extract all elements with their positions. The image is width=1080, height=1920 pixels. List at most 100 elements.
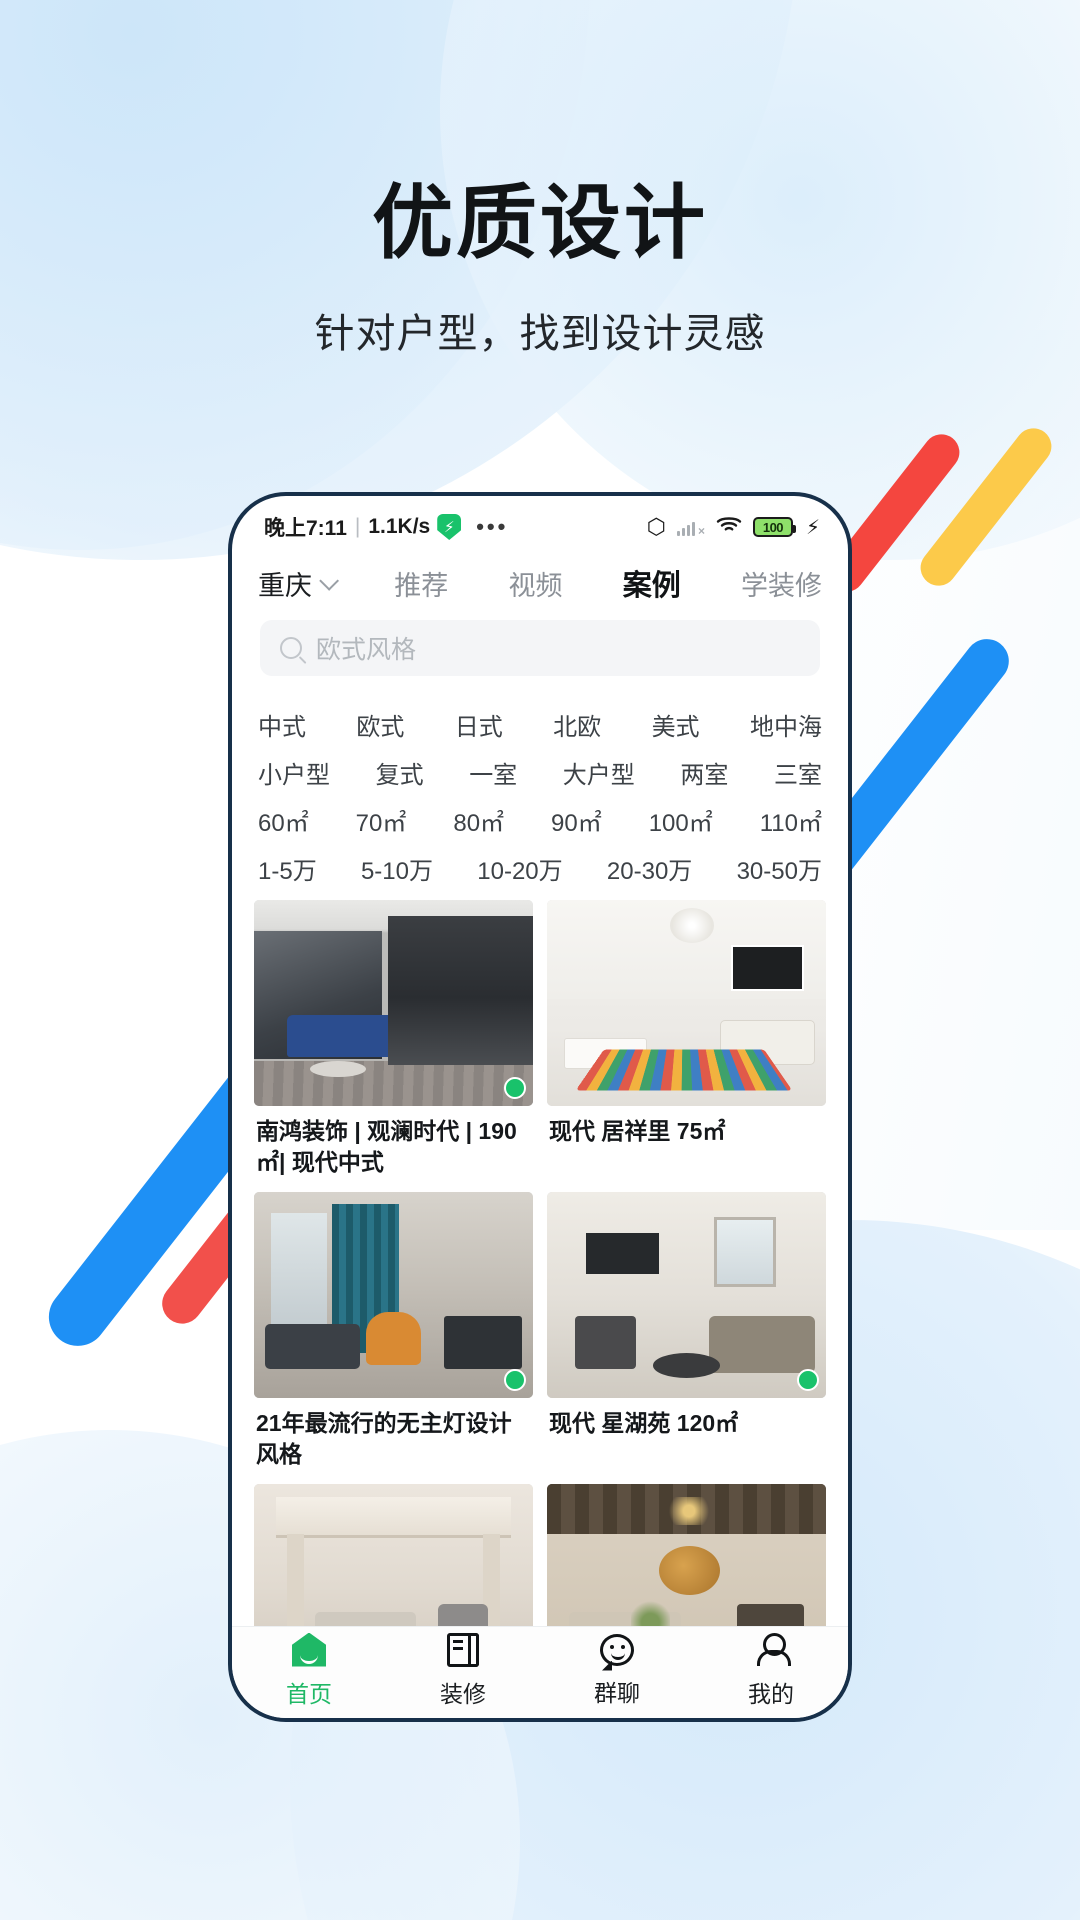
filter-chip[interactable]: 大户型 <box>563 755 635 790</box>
card-row: 21年最流行的无主灯设计风格 现代 星湖苑 120㎡ <box>254 1192 826 1484</box>
video-badge-icon <box>504 1077 526 1099</box>
room-photo <box>254 1192 533 1399</box>
phone-mockup: 晚上7:11 | 1.1K/s ⚡ ••• ⬡ × 100 ⚡ 重庆 推荐 视频… <box>228 492 852 1722</box>
filter-chip[interactable]: 中式 <box>258 707 306 742</box>
filter-chip[interactable]: 90㎡ <box>551 803 602 838</box>
room-photo <box>547 1484 826 1626</box>
filter-chip[interactable]: 100㎡ <box>649 803 713 838</box>
case-title: 现代 居祥里 75㎡ <box>549 1118 726 1144</box>
shield-icon: ⚡ <box>437 514 462 540</box>
case-title: 21年最流行的无主灯设计风格 <box>256 1410 512 1468</box>
filter-chip[interactable]: 5-10万 <box>361 851 433 886</box>
case-thumbnail <box>547 1484 826 1626</box>
status-network-speed: 1.1K/s <box>368 515 431 538</box>
filter-chip[interactable]: 10-20万 <box>477 851 562 886</box>
filter-chip[interactable]: 1-5万 <box>258 851 317 886</box>
home-icon <box>292 1632 326 1667</box>
case-card[interactable] <box>547 1484 826 1626</box>
case-card[interactable]: 现代 居祥里 75㎡ <box>547 900 826 1192</box>
case-thumbnail <box>254 1192 533 1399</box>
room-photo <box>547 900 826 1106</box>
search-icon <box>280 637 302 659</box>
case-title: 现代 星湖苑 120㎡ <box>549 1410 739 1437</box>
filter-chip[interactable]: 一室 <box>469 755 517 790</box>
filter-chip[interactable]: 小户型 <box>258 755 330 790</box>
filter-chip[interactable]: 两室 <box>680 755 728 790</box>
room-photo <box>547 1192 826 1399</box>
chevron-down-icon <box>319 570 340 591</box>
case-thumbnail <box>547 1192 826 1399</box>
filter-chip[interactable]: 110㎡ <box>760 803 822 838</box>
tab-learn-decoration[interactable]: 学装修 <box>741 564 822 603</box>
filter-chips: 中式 欧式 日式 北欧 美式 地中海 小户型 复式 一室 大户型 两室 三室 6… <box>232 690 848 892</box>
card-row <box>254 1484 826 1626</box>
case-card[interactable]: 现代 星湖苑 120㎡ <box>547 1192 826 1484</box>
bottom-nav-label: 装修 <box>440 1680 486 1707</box>
status-bar: 晚上7:11 | 1.1K/s ⚡ ••• ⬡ × 100 ⚡ <box>232 496 848 552</box>
top-nav-tabs: 重庆 推荐 视频 案例 学装修 <box>232 552 848 614</box>
bottom-nav-decoration[interactable]: 装修 <box>386 1632 540 1709</box>
bottom-nav-home[interactable]: 首页 <box>232 1632 386 1709</box>
filter-chip[interactable]: 30-50万 <box>737 851 822 886</box>
filter-chip[interactable]: 地中海 <box>750 707 822 742</box>
filter-chip[interactable]: 60㎡ <box>258 803 309 838</box>
hero-section: 优质设计 针对户型，找到设计灵感 <box>0 0 1080 359</box>
tab-video[interactable]: 视频 <box>509 564 563 603</box>
filter-chip[interactable]: 美式 <box>652 707 700 742</box>
book-icon <box>447 1632 479 1667</box>
filter-chip[interactable]: 欧式 <box>356 707 404 742</box>
search-placeholder: 欧式风格 <box>316 636 417 664</box>
filter-chip[interactable]: 北欧 <box>553 707 601 742</box>
case-card[interactable] <box>254 1484 533 1626</box>
case-card-grid: 南鸿装饰 | 观澜时代 | 190㎡| 现代中式 现代 居祥里 75㎡ 21年最… <box>232 892 848 1626</box>
video-badge-icon <box>504 1369 526 1392</box>
page-title: 优质设计 <box>371 179 708 269</box>
bottom-nav-label: 我的 <box>748 1680 794 1707</box>
charging-icon: ⚡ <box>805 516 820 539</box>
case-thumbnail <box>547 900 826 1106</box>
tab-recommend[interactable]: 推荐 <box>394 564 448 603</box>
bottom-nav-label: 首页 <box>286 1680 332 1707</box>
search-input[interactable]: 欧式风格 <box>260 620 820 676</box>
card-row: 南鸿装饰 | 观澜时代 | 190㎡| 现代中式 现代 居祥里 75㎡ <box>254 900 826 1192</box>
status-bar-right: ⬡ × 100 ⚡ <box>647 514 820 540</box>
filter-row-budget: 1-5万 5-10万 10-20万 20-30万 30-50万 <box>258 844 822 892</box>
case-card[interactable]: 21年最流行的无主灯设计风格 <box>254 1192 533 1484</box>
status-time: 晚上7:11 <box>264 517 347 540</box>
filter-chip[interactable]: 日式 <box>455 707 503 742</box>
more-dots-icon: ••• <box>476 514 509 539</box>
filter-chip[interactable]: 70㎡ <box>356 803 407 838</box>
room-photo <box>254 1484 533 1626</box>
case-card[interactable]: 南鸿装饰 | 观澜时代 | 190㎡| 现代中式 <box>254 900 533 1192</box>
page-subtitle: 针对户型，找到设计灵感 <box>314 312 766 357</box>
bottom-nav-bar: 首页 装修 群聊 我的 <box>232 1626 848 1718</box>
tab-case[interactable]: 案例 <box>623 562 681 604</box>
battery-icon: 100 <box>752 517 796 537</box>
city-selector[interactable]: 重庆 <box>258 564 340 603</box>
bottom-nav-group-chat[interactable]: 群聊 <box>540 1633 694 1708</box>
video-badge-icon <box>797 1369 819 1392</box>
bottom-nav-label: 群聊 <box>594 1679 640 1706</box>
signal-icon: × <box>676 519 705 537</box>
wifi-icon <box>716 515 742 540</box>
status-divider: | <box>354 515 361 538</box>
battery-level: 100 <box>762 519 784 535</box>
filter-chip[interactable]: 20-30万 <box>607 851 692 886</box>
chat-icon <box>600 1633 634 1666</box>
status-bar-left: 晚上7:11 | 1.1K/s ⚡ ••• <box>264 512 508 542</box>
case-title: 南鸿装饰 | 观澜时代 | 190㎡| 现代中式 <box>256 1118 517 1176</box>
city-label: 重庆 <box>258 570 312 601</box>
bottom-nav-mine[interactable]: 我的 <box>694 1632 848 1709</box>
case-thumbnail <box>254 1484 533 1626</box>
filter-chip[interactable]: 复式 <box>376 755 424 790</box>
room-photo <box>254 900 533 1106</box>
user-icon <box>755 1632 791 1667</box>
filter-row-layout: 小户型 复式 一室 大户型 两室 三室 <box>258 748 822 796</box>
filter-chip[interactable]: 80㎡ <box>453 803 504 838</box>
filter-row-area: 60㎡ 70㎡ 80㎡ 90㎡ 100㎡ 110㎡ <box>258 796 822 844</box>
case-thumbnail <box>254 900 533 1106</box>
bluetooth-icon: ⬡ <box>646 514 666 539</box>
search-section: 欧式风格 <box>232 614 848 690</box>
filter-chip[interactable]: 三室 <box>774 755 822 790</box>
filter-row-style: 中式 欧式 日式 北欧 美式 地中海 <box>258 700 822 748</box>
